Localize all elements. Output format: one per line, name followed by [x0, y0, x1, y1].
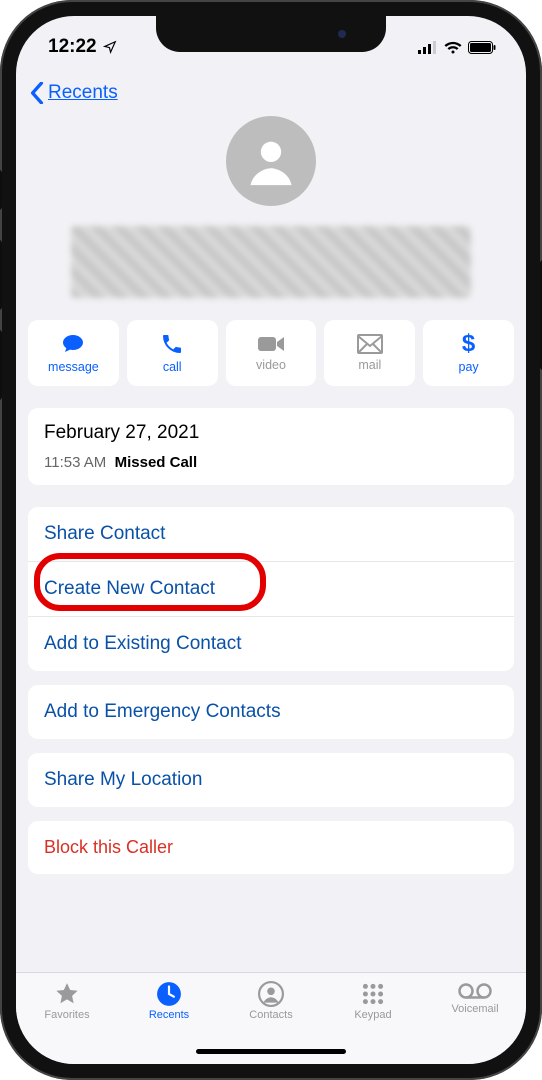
screen: 12:22 Recents: [16, 16, 526, 1064]
block-caller-item[interactable]: Block this Caller: [28, 821, 514, 874]
share-location-item[interactable]: Share My Location: [28, 753, 514, 807]
mail-button[interactable]: mail: [324, 320, 415, 386]
call-detail-card: February 27, 2021 11:53 AM Missed Call: [28, 408, 514, 485]
message-button[interactable]: message: [28, 320, 119, 386]
action-row: message call video mail $ pay: [28, 320, 514, 386]
tab-keypad[interactable]: Keypad: [322, 981, 424, 1021]
message-label: message: [48, 360, 99, 374]
options-list-4: Block this Caller: [28, 821, 514, 874]
call-sub: 11:53 AM Missed Call: [44, 454, 498, 471]
video-icon: [257, 334, 285, 354]
clock-icon: [156, 981, 182, 1007]
cellular-icon: [418, 41, 438, 54]
notch: [156, 16, 386, 52]
pay-button[interactable]: $ pay: [423, 320, 514, 386]
add-emergency-item[interactable]: Add to Emergency Contacts: [28, 685, 514, 739]
phone-icon: [160, 332, 184, 356]
options-list-1: Share Contact Create New Contact Add to …: [28, 507, 514, 671]
call-label: call: [163, 360, 182, 374]
person-icon: [242, 132, 300, 190]
voicemail-icon: [458, 981, 492, 1001]
call-date: February 27, 2021: [44, 422, 498, 444]
video-button[interactable]: video: [226, 320, 317, 386]
tab-bar: Favorites Recents Contacts Keypad Voicem…: [16, 972, 526, 1064]
tab-voicemail-label: Voicemail: [451, 1003, 498, 1015]
nav-bar: Recents: [16, 68, 526, 112]
avatar: [226, 116, 316, 206]
tab-recents[interactable]: Recents: [118, 981, 220, 1021]
share-contact-item[interactable]: Share Contact: [28, 507, 514, 561]
contact-name-redacted: [71, 226, 471, 298]
tab-recents-label: Recents: [149, 1009, 189, 1021]
chevron-left-icon: [30, 82, 44, 104]
battery-icon: [468, 41, 496, 54]
back-label: Recents: [48, 82, 118, 104]
options-list-3: Share My Location: [28, 753, 514, 807]
add-existing-contact-item[interactable]: Add to Existing Contact: [28, 616, 514, 671]
hw-mute-switch: [0, 170, 2, 210]
star-icon: [53, 981, 81, 1007]
tab-favorites[interactable]: Favorites: [16, 981, 118, 1021]
message-icon: [60, 332, 86, 356]
dollar-icon: $: [462, 332, 475, 356]
video-label: video: [256, 358, 286, 372]
contact-icon: [258, 981, 284, 1007]
tab-favorites-label: Favorites: [44, 1009, 89, 1021]
phone-frame: 12:22 Recents: [0, 0, 542, 1080]
create-new-contact-item[interactable]: Create New Contact: [28, 561, 514, 616]
call-time: 11:53 AM: [44, 454, 106, 471]
tab-voicemail[interactable]: Voicemail: [424, 981, 526, 1015]
wifi-icon: [444, 41, 462, 54]
mail-label: mail: [358, 358, 381, 372]
keypad-icon: [360, 981, 386, 1007]
tab-contacts-label: Contacts: [249, 1009, 292, 1021]
call-status: Missed Call: [115, 454, 198, 471]
hw-volume-down: [0, 330, 2, 400]
back-button[interactable]: Recents: [30, 82, 118, 104]
location-icon: [103, 40, 117, 54]
pay-label: pay: [459, 360, 479, 374]
hw-volume-up: [0, 240, 2, 310]
call-button[interactable]: call: [127, 320, 218, 386]
options-list-2: Add to Emergency Contacts: [28, 685, 514, 739]
tab-keypad-label: Keypad: [354, 1009, 391, 1021]
tab-contacts[interactable]: Contacts: [220, 981, 322, 1021]
status-time: 12:22: [48, 36, 97, 58]
home-indicator[interactable]: [196, 1049, 346, 1054]
camera-dot: [338, 30, 346, 38]
mail-icon: [357, 334, 383, 354]
